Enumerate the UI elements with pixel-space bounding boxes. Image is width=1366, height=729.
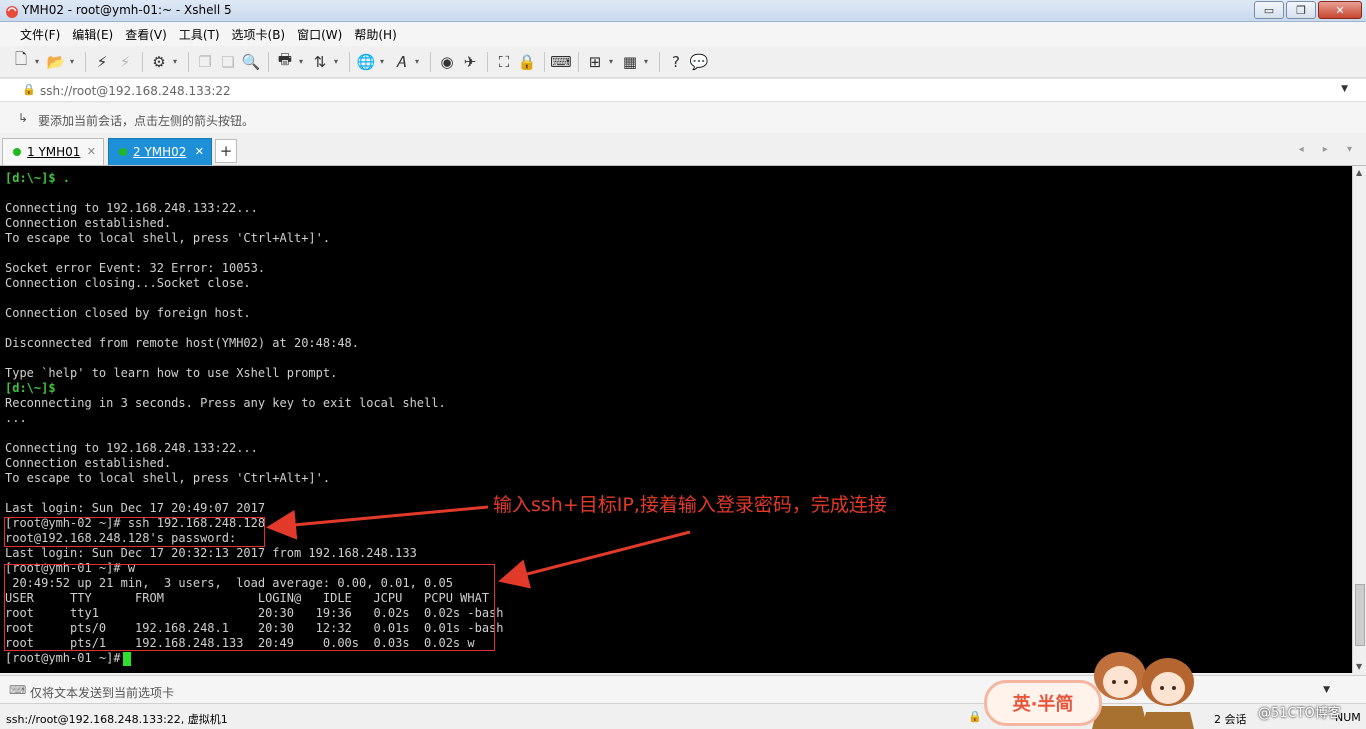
chevron-down-icon[interactable]: ▾ <box>378 57 386 66</box>
session-count: 2 会话 <box>1214 713 1247 726</box>
address-input[interactable]: ssh://root@192.168.248.133:22 <box>40 84 231 98</box>
xmanager-icon[interactable]: ✈ <box>459 51 481 73</box>
toolbar-separator <box>578 51 579 72</box>
chevron-down-icon[interactable]: ▾ <box>33 57 41 66</box>
menu-tools[interactable]: 工具(T) <box>173 26 226 43</box>
new-session-icon[interactable]: 🗋 <box>10 50 32 73</box>
chevron-down-icon[interactable]: ▾ <box>607 57 615 66</box>
xshell-logo-icon <box>6 6 18 18</box>
compose-target-text: 仅将文本发送到当前选项卡 <box>30 686 175 700</box>
chevron-down-icon[interactable]: ▾ <box>332 57 340 66</box>
disconnect-icon[interactable]: ⚡ <box>114 51 136 73</box>
compose-icon[interactable]: ⌨ <box>9 683 26 697</box>
ime-label: 英·半简 <box>1012 694 1074 715</box>
menu-bar: 文件(F) 编辑(E) 查看(V) 工具(T) 选项卡(B) 窗口(W) 帮助(… <box>0 22 1366 46</box>
watermark: @51CTO博客 <box>1258 706 1341 721</box>
close-icon[interactable]: ✕ <box>87 145 96 158</box>
ime-indicator[interactable]: 英·半简 <box>984 680 1102 726</box>
toolbar-separator <box>268 51 269 72</box>
reconnect-icon[interactable]: ⚡ <box>91 51 113 73</box>
chevron-down-icon[interactable]: ▾ <box>413 57 421 66</box>
connection-status: ssh://root@192.168.248.133:22, 虚拟机1 <box>6 713 228 726</box>
arrow-to-ssh-command <box>266 505 489 540</box>
chevron-down-icon[interactable]: ▼ <box>1323 685 1330 695</box>
arrow-to-w-output <box>498 530 691 589</box>
transfer-icon[interactable]: ⇅ <box>309 51 331 73</box>
session-hint-text: 要添加当前会话，点击左侧的箭头按钮。 <box>38 114 255 128</box>
lock-icon: 🔒 <box>22 83 36 96</box>
toolbar-separator <box>487 51 488 72</box>
font-icon[interactable]: 𝐴 <box>390 51 412 73</box>
minimize-button[interactable]: ▭ <box>1254 1 1284 19</box>
toolbar-separator <box>544 51 545 72</box>
new-tab-icon[interactable]: ⊞ <box>584 51 606 73</box>
annotation-text: 输入ssh+目标IP,接着输入登录密码，完成连接 <box>493 494 887 516</box>
connected-status-icon <box>119 148 127 156</box>
session-hint-bar: ↳ 要添加当前会话，点击左侧的箭头按钮。 <box>0 103 1366 133</box>
toolbar-separator <box>349 51 350 72</box>
properties-icon[interactable]: ⚙ <box>148 51 170 73</box>
menu-edit[interactable]: 编辑(E) <box>66 26 119 43</box>
chevron-down-icon[interactable]: ▾ <box>68 57 76 66</box>
layout-icon[interactable]: ▦ <box>619 51 641 73</box>
menu-view[interactable]: 查看(V) <box>119 26 173 43</box>
find-icon[interactable]: 🔍 <box>240 51 262 73</box>
address-bar[interactable]: 🔒 ssh://root@192.168.248.133:22 ▼ <box>0 78 1366 102</box>
connected-status-icon <box>13 148 21 156</box>
terminal-cursor <box>123 652 131 666</box>
xftp-icon[interactable]: ◉ <box>436 51 458 73</box>
xshell-window: YMH02 - root@ymh-01:~ - Xshell 5 ▭ ❐ ✕ 文… <box>0 0 1366 729</box>
lock-icon[interactable]: 🔒 <box>516 51 538 73</box>
keyboard-icon[interactable]: ⌨ <box>550 51 572 73</box>
window-title: YMH02 - root@ymh-01:~ - Xshell 5 <box>22 3 232 17</box>
add-session-arrow-icon[interactable]: ↳ <box>18 111 28 125</box>
scroll-up-icon[interactable]: ▲ <box>1356 168 1362 177</box>
tab-label: 2 YMH02 <box>133 145 187 159</box>
chevron-down-icon[interactable]: ▼ <box>1341 84 1348 94</box>
tab-ymh01[interactable]: 1 YMH01 ✕ <box>2 138 104 165</box>
terminal-output[interactable]: [d:\~]$ . Connecting to 192.168.248.133:2… <box>0 166 1352 673</box>
menu-file[interactable]: 文件(F) <box>14 26 66 43</box>
copy-icon[interactable]: ❐ <box>194 51 216 73</box>
window-controls: ▭ ❐ ✕ <box>1254 1 1362 19</box>
tab-ymh02[interactable]: 2 YMH02 ✕ <box>108 138 212 165</box>
chat-icon[interactable]: 💬 <box>688 51 710 73</box>
toolbar-separator <box>430 51 431 72</box>
chevron-down-icon[interactable]: ▾ <box>297 57 305 66</box>
paste-icon[interactable]: ❏ <box>217 51 239 73</box>
menu-help[interactable]: 帮助(H) <box>348 26 402 43</box>
menu-tabs[interactable]: 选项卡(B) <box>226 26 292 43</box>
close-icon[interactable]: ✕ <box>195 145 204 158</box>
tab-bar: 1 YMH01 ✕ 2 YMH02 ✕ + ◂ ▸ ▾ <box>0 136 1366 166</box>
tab-label: 1 YMH01 <box>27 145 81 159</box>
close-button[interactable]: ✕ <box>1318 1 1362 19</box>
scroll-down-icon[interactable]: ▼ <box>1356 662 1362 671</box>
chevron-down-icon[interactable]: ▾ <box>642 57 650 66</box>
toolbar-separator <box>659 51 660 72</box>
terminal-scrollbar[interactable]: ▲ ▼ <box>1352 166 1366 673</box>
print-icon[interactable]: 🖶 <box>274 50 296 73</box>
toolbar-separator <box>188 51 189 72</box>
add-tab-button[interactable]: + <box>215 139 237 163</box>
menu-window[interactable]: 窗口(W) <box>291 26 348 43</box>
chevron-down-icon[interactable]: ▾ <box>171 57 179 66</box>
help-icon[interactable]: ? <box>665 51 687 73</box>
maximize-button[interactable]: ❐ <box>1286 1 1316 19</box>
annotation-arrows <box>266 505 691 589</box>
toolbar-separator <box>85 51 86 72</box>
tab-navigation[interactable]: ◂ ▸ ▾ <box>1299 144 1360 155</box>
toolbar-separator <box>142 51 143 72</box>
globe-icon[interactable]: 🌐 <box>355 51 377 73</box>
open-folder-icon[interactable]: 📂 <box>45 51 67 73</box>
title-bar: YMH02 - root@ymh-01:~ - Xshell 5 ▭ ❐ ✕ <box>0 0 1366 22</box>
fullscreen-icon[interactable]: ⛶ <box>493 51 515 73</box>
toolbar: 🗋 ▾ 📂 ▾ ⚡ ⚡ ⚙ ▾ ❐ ❏ 🔍 🖶 ▾ ⇅ ▾ 🌐 ▾ 𝐴 ▾ ◉ ✈ ⛶ 🔒 ⌨… <box>0 46 1366 78</box>
scrollbar-thumb[interactable] <box>1355 584 1365 646</box>
